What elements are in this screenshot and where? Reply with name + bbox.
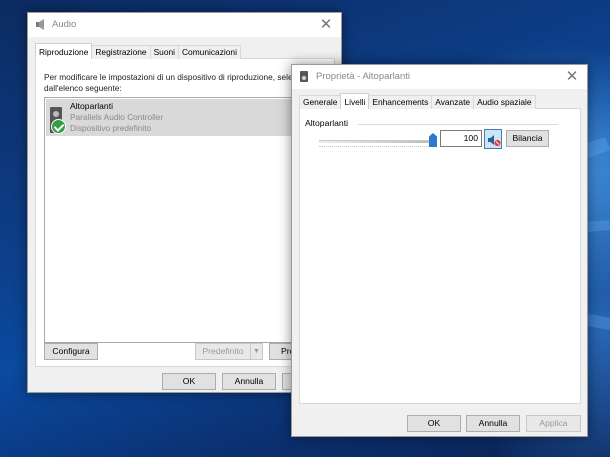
tab-audio-spaziale[interactable]: Audio spaziale <box>473 95 536 109</box>
device-name: Altoparlanti <box>70 101 113 111</box>
speaker-icon <box>36 19 44 30</box>
tab-strip: Riproduzione Registrazione Suoni Comunic… <box>35 43 241 59</box>
title-bar[interactable]: Proprietà - Altoparlanti ✕ <box>292 65 587 89</box>
tab-enhancements[interactable]: Enhancements <box>368 95 433 109</box>
volume-slider[interactable] <box>319 132 437 150</box>
ok-button[interactable]: OK <box>407 415 461 432</box>
checkmark-icon <box>51 119 66 134</box>
cancel-button[interactable]: Annulla <box>466 415 520 432</box>
properties-dialog: Proprietà - Altoparlanti ✕ Generale Live… <box>291 64 588 437</box>
speaker-muted-icon <box>488 135 501 146</box>
set-default-label: Predefinito <box>202 346 244 356</box>
window-title: Audio <box>52 19 77 30</box>
instruction-line-1: Per modificare le impostazioni di un dis… <box>44 72 302 82</box>
set-default-button[interactable]: Predefinito ▼ <box>195 343 263 360</box>
group-label: Altoparlanti <box>305 118 351 128</box>
device-status: Dispositivo predefinito <box>70 123 152 133</box>
tab-suoni[interactable]: Suoni <box>149 45 179 59</box>
mute-button[interactable] <box>484 129 502 149</box>
tab-panel <box>299 108 581 404</box>
ok-button[interactable]: OK <box>162 373 216 390</box>
tab-avanzate[interactable]: Avanzate <box>431 95 475 109</box>
window-title: Proprietà - Altoparlanti <box>316 71 410 82</box>
close-icon[interactable]: ✕ <box>317 16 335 34</box>
instruction-line-2: dall'elenco seguente: <box>44 83 122 93</box>
tab-generale[interactable]: Generale <box>299 95 342 109</box>
tab-livelli[interactable]: Livelli <box>340 93 370 109</box>
list-item[interactable]: Altoparlanti Parallels Audio Controller … <box>46 99 308 136</box>
tab-registrazione[interactable]: Registrazione <box>91 45 151 59</box>
chevron-down-icon[interactable]: ▼ <box>250 344 262 359</box>
title-bar[interactable]: Audio ✕ <box>28 13 341 37</box>
speaker-icon <box>300 71 308 82</box>
slider-thumb[interactable] <box>429 133 437 147</box>
apply-button: Applica <box>526 415 581 432</box>
device-list[interactable]: Altoparlanti Parallels Audio Controller … <box>44 97 310 343</box>
volume-value-field[interactable]: 100 <box>440 130 482 147</box>
slider-ticks <box>319 146 437 149</box>
device-controller: Parallels Audio Controller <box>70 112 164 122</box>
tab-riproduzione[interactable]: Riproduzione <box>35 43 93 59</box>
tab-strip: Generale Livelli Enhancements Avanzate A… <box>299 93 536 109</box>
slider-track <box>319 140 437 143</box>
group-divider <box>358 124 558 125</box>
cancel-button[interactable]: Annulla <box>222 373 276 390</box>
tab-comunicazioni[interactable]: Comunicazioni <box>178 45 241 59</box>
instruction-text: Per modificare le impostazioni di un dis… <box>44 72 302 94</box>
balance-button[interactable]: Bilancia <box>506 130 549 147</box>
close-icon[interactable]: ✕ <box>563 68 581 86</box>
configure-button[interactable]: Configura <box>44 343 98 360</box>
